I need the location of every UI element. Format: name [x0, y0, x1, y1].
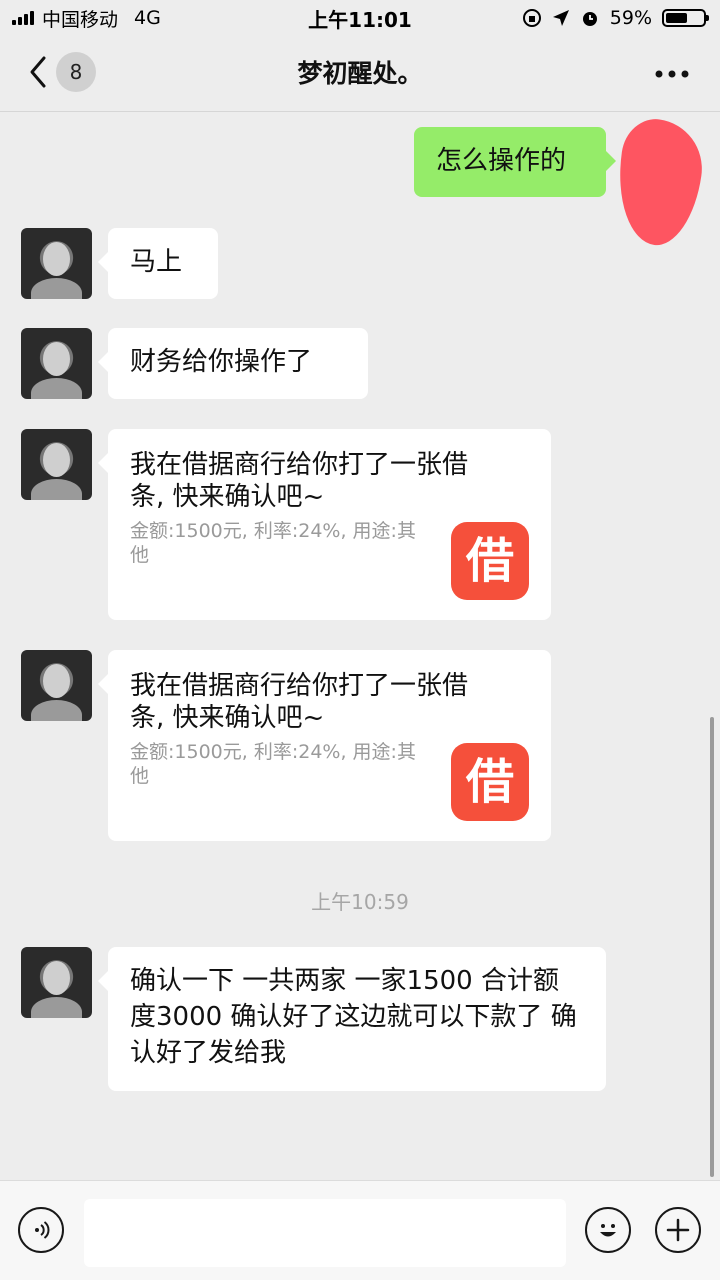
contact-avatar[interactable]: [21, 947, 92, 1018]
iou-card[interactable]: 我在借据商行给你打了一张借条, 快来确认吧~ 金额:1500元, 利率:24%,…: [98, 429, 551, 620]
scrollbar[interactable]: [710, 717, 714, 1177]
contact-avatar[interactable]: [21, 650, 92, 721]
chat-title: 梦初醒处。: [297, 59, 423, 88]
more-button[interactable]: [652, 56, 692, 92]
iou-app-icon: 借: [451, 522, 529, 600]
card-description: 金额:1500元, 利率:24%, 用途:其他: [130, 520, 416, 566]
message-bubble[interactable]: 马上: [98, 228, 218, 299]
voice-button[interactable]: [18, 1207, 64, 1253]
card-title: 我在借据商行给你打了一张借条, 快来确认吧~: [130, 450, 469, 512]
iou-card[interactable]: 我在借据商行给你打了一张借条, 快来确认吧~ 金额:1500元, 利率:24%,…: [98, 650, 551, 841]
card-title: 我在借据商行给你打了一张借条, 快来确认吧~: [130, 671, 469, 733]
more-dots-icon: [655, 70, 689, 78]
message-bubble[interactable]: 确认一下 一共两家 一家1500 合计额度3000 确认好了这边就可以下款了 确…: [98, 947, 606, 1091]
plus-button[interactable]: [655, 1207, 701, 1253]
orientation-lock-icon: [522, 9, 541, 27]
message-timestamp: 上午10:59: [311, 890, 409, 914]
plus-icon: [666, 1218, 690, 1242]
message-list[interactable]: 怎么操作的 马上 财务给你操作了 我在借据商行给你打了一张借条, 快来确认吧~ …: [0, 112, 720, 1180]
message-input[interactable]: [84, 1199, 566, 1267]
contact-avatar[interactable]: [21, 429, 92, 500]
self-avatar[interactable]: [609, 114, 709, 251]
status-bar: 中国移动 4G 上午11:01 59%: [0, 0, 720, 36]
contact-avatar[interactable]: [21, 328, 92, 399]
emoji-button[interactable]: [585, 1207, 631, 1253]
signal-icon: [12, 11, 34, 25]
voice-icon: [35, 1221, 50, 1239]
message-bubble[interactable]: 财务给你操作了: [98, 328, 368, 399]
card-description: 金额:1500元, 利率:24%, 用途:其他: [130, 741, 416, 787]
location-icon: [552, 10, 569, 26]
message-bubble-mine[interactable]: 怎么操作的: [414, 127, 616, 197]
alarm-icon: [582, 12, 597, 26]
message-text: 马上: [130, 247, 183, 277]
chat-screen: 中国移动 4G 上午11:01 59% 8 梦初醒处。 怎么操作的 马上 财务给…: [0, 0, 720, 1280]
emoji-icon: [600, 1224, 616, 1237]
message-text: 确认一下 一共两家 一家1500 合计额度3000 确认好了这边就可以下款了 确…: [130, 966, 577, 1068]
iou-app-icon: 借: [451, 743, 529, 821]
message-text: 财务给你操作了: [130, 347, 313, 377]
battery-percent: 59%: [609, 7, 652, 29]
message-text: 怎么操作的: [436, 146, 567, 176]
battery-icon: [662, 9, 709, 27]
network-label: 4G: [134, 7, 161, 29]
status-right: 59%: [522, 7, 720, 29]
nav-bar: 8 梦初醒处。: [0, 36, 720, 112]
contact-avatar[interactable]: [21, 228, 92, 299]
input-bar: [0, 1180, 720, 1280]
status-left: 中国移动 4G: [0, 5, 161, 32]
carrier-label: 中国移动: [42, 8, 119, 31]
